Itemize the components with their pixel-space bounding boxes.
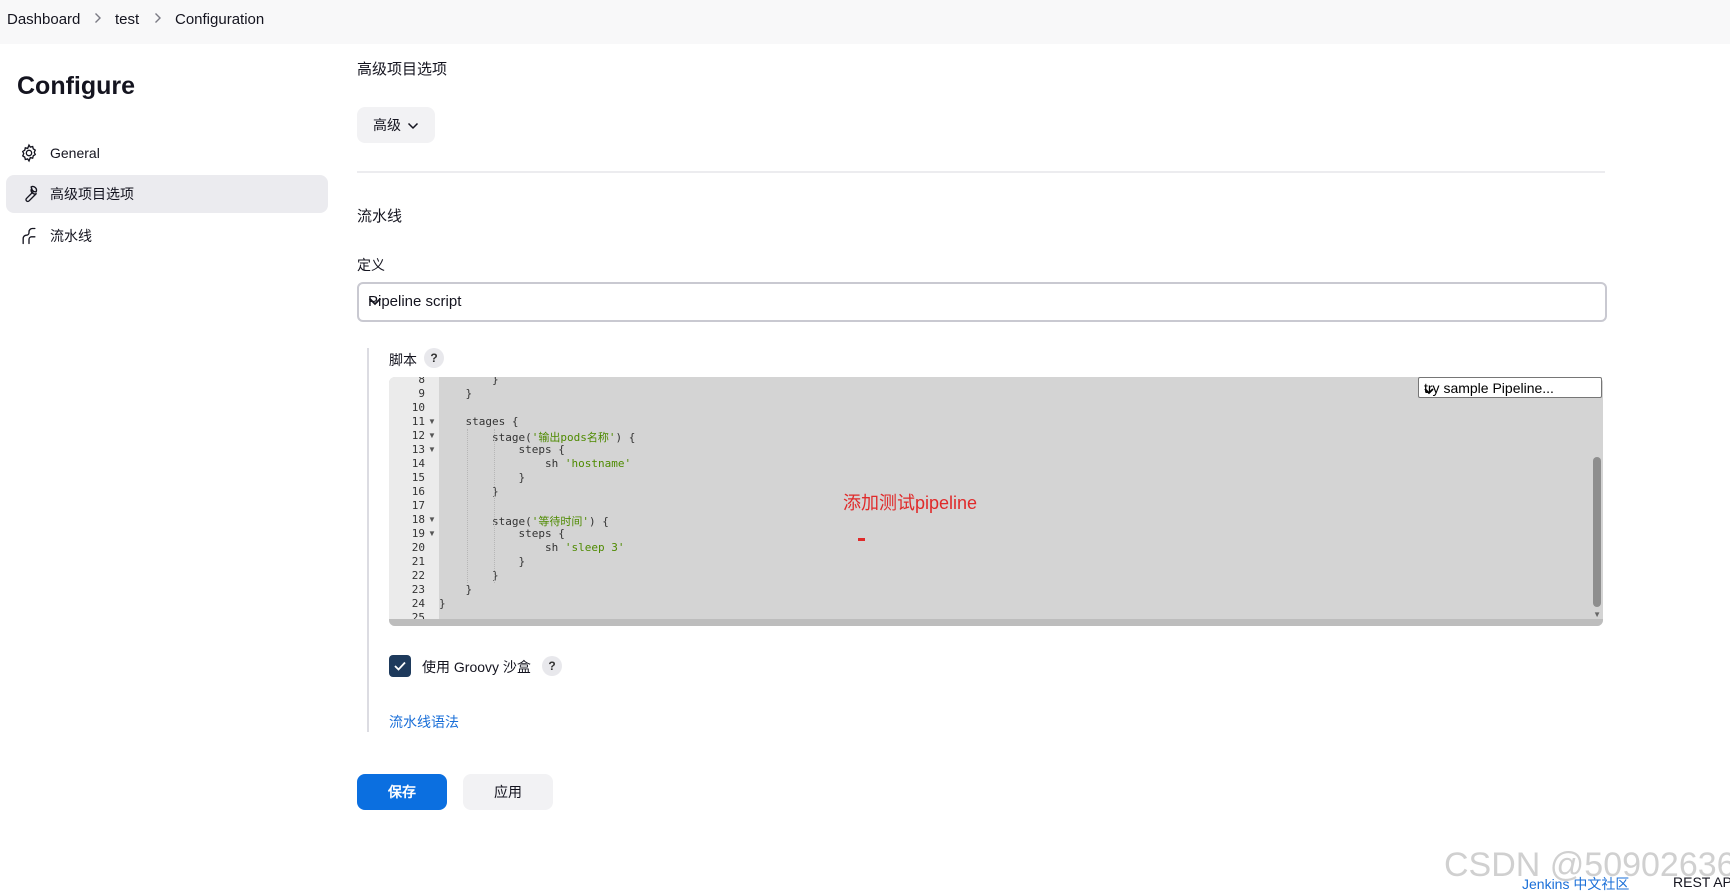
- fold-arrow-icon[interactable]: ▼: [428, 417, 436, 426]
- chevron-down-icon: [368, 293, 1595, 310]
- code-line: }: [439, 377, 499, 386]
- code-line: }: [439, 597, 446, 610]
- definition-label: 定义: [357, 257, 385, 273]
- check-icon: [394, 661, 406, 671]
- editor-scroll-thumb[interactable]: [1593, 457, 1601, 607]
- apply-button[interactable]: 应用: [463, 774, 553, 810]
- section-divider: [357, 171, 1605, 173]
- line-number: 20: [411, 541, 425, 554]
- community-link[interactable]: Jenkins 中文社区: [1522, 874, 1629, 894]
- code-line: }: [439, 471, 526, 484]
- line-number: 14: [411, 457, 425, 470]
- editor-gutter: 8 9 10 11 ▼ 12 ▼ 13 ▼ 14 15 16 17 18 ▼ 19 ▼ 20 21 22 23 24 25: [389, 377, 439, 626]
- line-number: 19: [411, 527, 425, 540]
- indent-guide: [467, 429, 469, 583]
- line-number: 16: [411, 485, 425, 498]
- line-number: 17: [411, 499, 425, 512]
- line-number: 18: [411, 513, 425, 526]
- try-sample-pipeline-select[interactable]: try sample Pipeline...: [1418, 377, 1602, 398]
- line-number: 12: [411, 429, 425, 442]
- line-number: 13: [411, 443, 425, 456]
- script-label: 脚本: [389, 352, 417, 368]
- annotation-mark: [858, 538, 865, 541]
- line-number: 9: [418, 387, 425, 400]
- breadcrumb-test[interactable]: test: [115, 11, 139, 28]
- breadcrumb-dashboard[interactable]: Dashboard: [7, 11, 80, 28]
- gear-icon: [18, 142, 40, 164]
- definition-select[interactable]: Pipeline script: [357, 282, 1607, 322]
- code-line: steps {: [439, 527, 565, 540]
- chevron-down-icon: [407, 117, 419, 133]
- editor-code[interactable]: } } stages { stage('输出pods名称') { steps {…: [439, 377, 1581, 626]
- chevron-right-icon: [94, 12, 102, 27]
- section-title-pipeline: 流水线: [357, 208, 403, 225]
- sidebar-item-label: 流水线: [50, 228, 92, 244]
- page-title: Configure: [17, 72, 136, 100]
- line-number: 24: [411, 597, 425, 610]
- advanced-button[interactable]: 高级: [357, 107, 435, 143]
- line-number: 23: [411, 583, 425, 596]
- section-title-advanced: 高级项目选项: [357, 61, 448, 78]
- code-line: }: [439, 569, 499, 582]
- breadcrumb: Dashboard test Configuration: [0, 0, 1730, 44]
- indent-guide: [493, 429, 495, 583]
- sidebar-item-pipeline[interactable]: 流水线: [6, 217, 328, 255]
- sidebar-item-advanced[interactable]: 高级项目选项: [6, 175, 328, 213]
- line-number: 8: [418, 377, 425, 386]
- pipeline-syntax-link[interactable]: 流水线语法: [389, 712, 459, 732]
- code-line: stages {: [439, 415, 519, 428]
- sidebar-item-label: 高级项目选项: [50, 186, 134, 202]
- sandbox-help-icon[interactable]: ?: [542, 656, 562, 676]
- code-line: }: [439, 387, 473, 400]
- line-number: 11: [411, 415, 425, 428]
- groovy-sandbox-label[interactable]: 使用 Groovy 沙盒: [422, 657, 531, 677]
- annotation-text: 添加测试pipeline: [843, 493, 978, 513]
- code-line: }: [439, 583, 473, 596]
- fold-arrow-icon[interactable]: ▼: [428, 445, 436, 454]
- advanced-button-label: 高级: [373, 117, 401, 133]
- line-number: 15: [411, 471, 425, 484]
- editor-horizontal-scrollbar[interactable]: [389, 619, 1603, 626]
- code-line: }: [439, 555, 526, 568]
- rest-api-link[interactable]: REST API: [1673, 874, 1730, 890]
- sidebar-item-label: General: [50, 145, 100, 161]
- line-number: 21: [411, 555, 425, 568]
- pipeline-icon: [18, 225, 40, 247]
- breadcrumb-configuration[interactable]: Configuration: [175, 11, 264, 28]
- chevron-right-icon: [154, 12, 162, 27]
- save-button[interactable]: 保存: [357, 774, 447, 810]
- wrench-icon: [18, 183, 40, 205]
- fold-arrow-icon[interactable]: ▼: [428, 515, 436, 524]
- line-number: 10: [411, 401, 425, 414]
- groovy-sandbox-checkbox[interactable]: [389, 655, 411, 677]
- code-line: steps {: [439, 443, 565, 456]
- nested-section-bar: [367, 348, 369, 732]
- editor-vertical-scrollbar[interactable]: ▼: [1591, 377, 1603, 619]
- script-editor[interactable]: 8 9 10 11 ▼ 12 ▼ 13 ▼ 14 15 16 17 18 ▼ 19 ▼ 20 21 22 23 24 25 …: [389, 377, 1603, 626]
- fold-arrow-icon[interactable]: ▼: [428, 431, 436, 440]
- line-number: 22: [411, 569, 425, 582]
- sidebar-item-general[interactable]: General: [6, 134, 328, 172]
- scroll-down-arrow-icon[interactable]: ▼: [1593, 610, 1601, 619]
- chevron-down-icon: [1424, 382, 1597, 398]
- script-help-icon[interactable]: ?: [424, 348, 444, 368]
- fold-arrow-icon[interactable]: ▼: [428, 529, 436, 538]
- code-line: }: [439, 485, 499, 498]
